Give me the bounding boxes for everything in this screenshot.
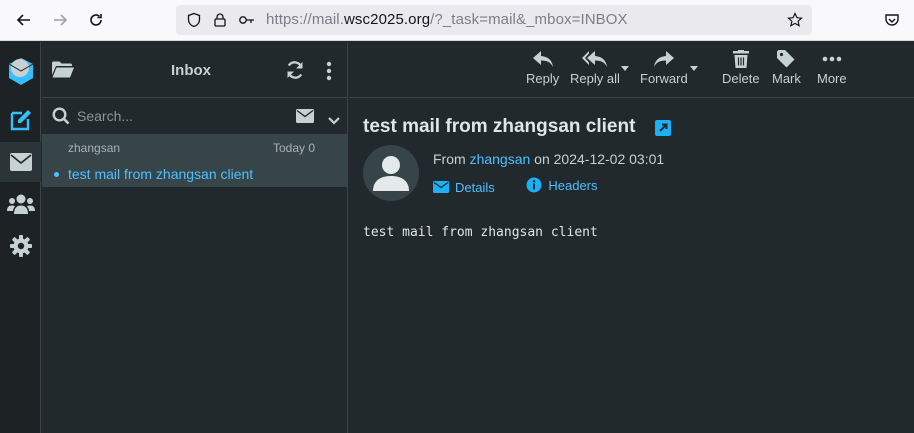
from-label: From <box>433 151 466 167</box>
taskmenu <box>0 42 41 433</box>
more-button[interactable]: More <box>817 50 847 92</box>
pocket-icon[interactable] <box>880 8 904 32</box>
tag-icon <box>777 50 795 68</box>
reply-icon <box>532 51 553 67</box>
back-icon[interactable] <box>12 8 36 32</box>
open-in-new-window-icon[interactable] <box>655 120 671 136</box>
delete-label: Delete <box>722 71 760 86</box>
info-icon <box>526 177 542 193</box>
details-link[interactable]: Details <box>433 180 509 195</box>
message-toolbar: Reply Reply all Forward Delete Mark More <box>349 42 914 98</box>
search-icon <box>52 107 70 130</box>
search-input[interactable]: Search... <box>77 108 133 124</box>
message-subject-heading: test mail from zhangsan client <box>363 116 636 137</box>
forward-icon[interactable] <box>48 8 72 32</box>
details-label: Details <box>455 179 495 195</box>
more-dots-icon <box>822 56 842 62</box>
forward-mail-icon <box>653 51 674 67</box>
reply-all-button[interactable]: Reply all <box>570 50 620 92</box>
sender-name-link[interactable]: zhangsan <box>470 151 531 167</box>
message-list-panel: Inbox Search... zhangsan Today 0 test ma… <box>42 42 348 433</box>
delete-button[interactable]: Delete <box>722 50 760 92</box>
search-scope-envelope-icon[interactable] <box>296 109 314 128</box>
header-links: Details Headers <box>433 177 626 196</box>
bookmark-star-icon[interactable] <box>787 12 803 28</box>
headers-link[interactable]: Headers <box>526 177 611 193</box>
envelope-icon <box>433 181 449 193</box>
contacts-icon[interactable] <box>0 184 41 224</box>
forward-button[interactable]: Forward <box>640 50 688 92</box>
reply-all-icon <box>581 51 607 67</box>
mark-button[interactable]: Mark <box>772 50 801 92</box>
browser-toolbar: https://mail.wsc2025.org/?_task=mail&_mb… <box>0 0 914 41</box>
person-icon <box>373 156 409 191</box>
headers-label: Headers <box>548 177 598 193</box>
unread-indicator-icon[interactable] <box>54 172 59 177</box>
url-host: wsc2025.org <box>344 11 431 28</box>
message-body: test mail from zhangsan client <box>363 225 598 240</box>
reply-label: Reply <box>526 71 560 86</box>
refresh-icon[interactable] <box>285 60 305 85</box>
reply-button[interactable]: Reply <box>526 50 559 92</box>
reply-all-label: Reply all <box>570 71 620 86</box>
shield-icon[interactable] <box>186 12 202 28</box>
message-subject-link[interactable]: test mail from zhangsan client <box>68 166 253 182</box>
compose-icon[interactable] <box>0 100 41 140</box>
message-sender: zhangsan <box>68 141 121 155</box>
list-options-menu-icon[interactable] <box>326 61 332 86</box>
settings-gear-icon[interactable] <box>0 226 41 266</box>
trash-icon <box>732 50 749 68</box>
reply-all-dropdown-caret-icon[interactable] <box>621 66 629 71</box>
url-path: /?_task=mail&_mbox=INBOX <box>430 11 628 28</box>
sender-avatar <box>363 145 419 201</box>
mail-icon[interactable] <box>0 142 41 182</box>
url-prefix: https://mail. <box>266 11 344 28</box>
message-view-panel: Reply Reply all Forward Delete Mark More… <box>349 42 914 433</box>
more-label: More <box>817 71 847 86</box>
message-list-item[interactable]: zhangsan Today 0 test mail from zhangsan… <box>42 135 348 187</box>
lock-icon[interactable] <box>212 12 228 28</box>
url-text[interactable]: https://mail.wsc2025.org/?_task=mail&_mb… <box>266 11 628 28</box>
reload-icon[interactable] <box>84 8 108 32</box>
message-date-text: on 2024-12-02 03:01 <box>534 151 665 167</box>
search-options-chevron-down-icon[interactable] <box>328 112 340 130</box>
key-icon[interactable] <box>238 12 254 28</box>
roundcube-logo-icon[interactable] <box>0 50 41 94</box>
forward-dropdown-caret-icon[interactable] <box>690 66 698 71</box>
forward-label: Forward <box>640 71 688 86</box>
message-date: Today 0 <box>273 141 316 155</box>
url-bar[interactable]: https://mail.wsc2025.org/?_task=mail&_mb… <box>176 5 812 35</box>
search-bar: Search... <box>42 99 348 135</box>
mark-label: Mark <box>772 71 801 86</box>
message-list-header: Inbox <box>42 42 348 98</box>
sender-line: From zhangsan on 2024-12-02 03:01 <box>433 151 664 167</box>
